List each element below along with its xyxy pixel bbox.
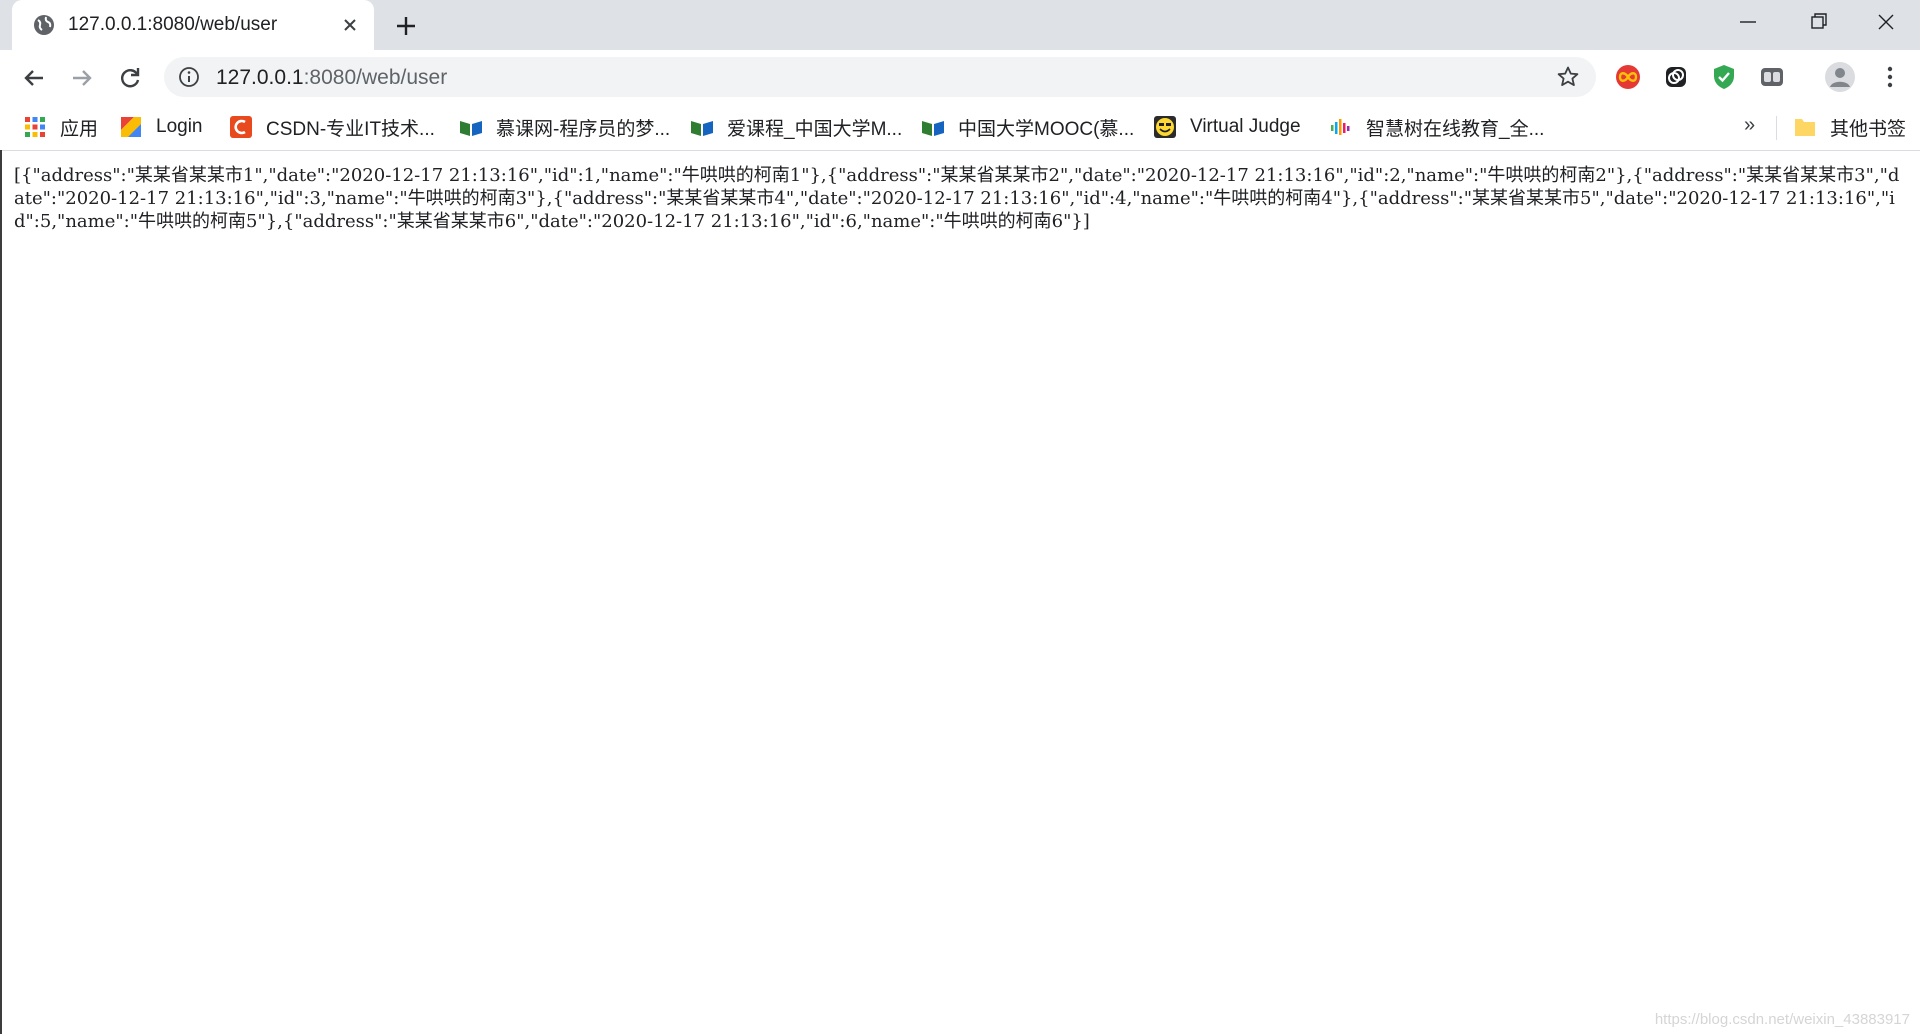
url-host: 127.0.0.1 — [216, 66, 304, 89]
bookmark-vjudge[interactable]: Virtual Judge — [1152, 113, 1301, 141]
json-response-text: [{"address":"某某省某某市1","date":"2020-12-17… — [14, 165, 1900, 232]
bookmarks-bar: 应用 Login CSDN-专业IT技术... 慕课网-程序员的梦... 爱课程… — [0, 104, 1920, 151]
mooc-icon — [922, 121, 944, 136]
icourse-icon — [691, 121, 713, 136]
bookmark-label: 中国大学MOOC(慕... — [958, 118, 1135, 140]
bookmark-icourse[interactable]: 爱课程_中国大学M... — [689, 113, 902, 141]
imooc-icon — [460, 121, 482, 136]
site-info-icon[interactable] — [178, 66, 200, 88]
bookmark-zhihuishu[interactable]: 智慧树在线教育_全... — [1328, 113, 1544, 141]
bookmark-label: 智慧树在线教育_全... — [1366, 118, 1545, 140]
close-window-icon[interactable] — [1858, 6, 1914, 38]
forward-arrow-icon[interactable] — [66, 62, 98, 94]
bookmark-other-label: 其他书签 — [1830, 118, 1907, 140]
folder-icon — [1795, 119, 1815, 136]
bookmark-apps[interactable]: 应用 — [22, 113, 98, 141]
minimize-icon[interactable] — [1720, 6, 1776, 38]
bookmark-label: 爱课程_中国大学M... — [727, 118, 903, 140]
tab-title: 127.0.0.1:8080/web/user — [68, 14, 278, 35]
red-infinity-extension-icon[interactable] — [1614, 63, 1642, 91]
bookmarks-divider — [1776, 116, 1777, 140]
bookmark-label: Virtual Judge — [1190, 116, 1301, 137]
browser-toolbar: 127.0.0.1:8080/web/user — [0, 50, 1920, 104]
url-text: 127.0.0.1:8080/web/user — [216, 66, 447, 90]
restore-icon[interactable] — [1790, 6, 1846, 38]
bookmark-label: CSDN-专业IT技术... — [266, 118, 435, 140]
apps-grid-icon — [25, 117, 45, 137]
active-tab[interactable]: 127.0.0.1:8080/web/user — [12, 0, 374, 50]
green-shield-extension-icon[interactable] — [1710, 63, 1738, 91]
bookmark-star-icon[interactable] — [1556, 65, 1580, 89]
bookmark-apps-label: 应用 — [60, 118, 99, 140]
address-bar[interactable]: 127.0.0.1:8080/web/user — [164, 57, 1596, 97]
bookmark-imooc[interactable]: 慕课网-程序员的梦... — [458, 113, 670, 141]
bookmark-csdn[interactable]: CSDN-专业IT技术... — [228, 113, 435, 141]
csdn-icon — [230, 116, 252, 138]
bookmark-label: Login — [156, 116, 203, 137]
bookmark-label: 慕课网-程序员的梦... — [496, 118, 671, 140]
tab-strip: 127.0.0.1:8080/web/user — [0, 0, 1920, 50]
bookmark-other-folder[interactable]: 其他书签 — [1792, 113, 1906, 141]
url-path: :8080/web/user — [303, 66, 448, 89]
profile-avatar-icon[interactable] — [1824, 61, 1856, 93]
link-extension-icon[interactable] — [1662, 63, 1690, 91]
back-arrow-icon[interactable] — [18, 62, 50, 94]
globe-icon — [34, 15, 54, 35]
login-bookmark-icon — [121, 117, 141, 137]
new-tab-icon[interactable] — [392, 12, 420, 40]
bookmarks-overflow-chevron[interactable]: » — [1744, 114, 1755, 137]
bookmark-login[interactable]: Login — [118, 113, 203, 141]
watermark: https://blog.csdn.net/weixin_43883917 — [1654, 1011, 1910, 1028]
bookmark-mooc[interactable]: 中国大学MOOC(慕... — [920, 113, 1134, 141]
vjudge-icon — [1154, 116, 1176, 138]
grid-extension-icon[interactable] — [1758, 63, 1786, 91]
close-tab-icon[interactable] — [338, 13, 362, 37]
window-edge — [0, 150, 2, 1034]
zhihuishu-icon — [1331, 119, 1350, 135]
menu-kebab-icon[interactable] — [1876, 63, 1904, 91]
reload-icon[interactable] — [114, 62, 146, 94]
